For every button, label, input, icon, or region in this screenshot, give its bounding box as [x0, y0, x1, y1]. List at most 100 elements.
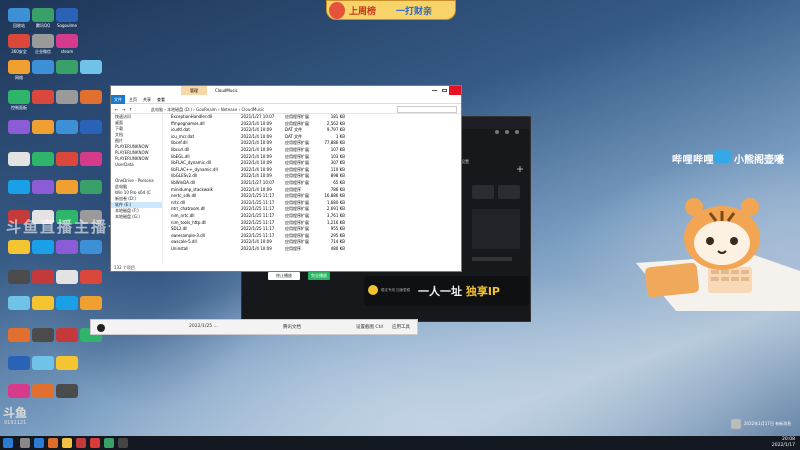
- taskbar-app-icon[interactable]: [48, 438, 58, 448]
- avatar[interactable]: [97, 324, 105, 332]
- desktop-app-icon[interactable]: [32, 296, 54, 310]
- file-row[interactable]: ntrr_chatroom.dll 2022/1/25 11:17 应用程序扩展 2,…: [167, 206, 457, 213]
- close-button[interactable]: [449, 86, 461, 95]
- desktop-app-icon[interactable]: [8, 120, 30, 134]
- ribbon-tab-file[interactable]: 文件: [111, 95, 125, 104]
- start-button[interactable]: [3, 438, 13, 448]
- desktop-app-icon[interactable]: [8, 90, 30, 104]
- desktop-app-icon[interactable]: [32, 328, 54, 342]
- file-row[interactable]: libFLAC++_dynamic.dll 2022/1/4 10:09 应用程序扩…: [167, 167, 457, 174]
- desktop-app-icon[interactable]: [56, 180, 78, 194]
- desktop-app-icon[interactable]: [8, 34, 30, 48]
- system-clock[interactable]: 20:08 2022/1/17: [772, 437, 795, 449]
- desktop-app-icon[interactable]: [32, 270, 54, 284]
- file-row[interactable]: nim_nrtc.dll 2022/1/25 11:17 应用程序扩展 3,761 K…: [167, 213, 457, 220]
- ribbon-tab-home[interactable]: 主页: [129, 95, 137, 104]
- file-row[interactable]: swresample-3.dll 2022/1/25 11:17 应用程序扩展 295…: [167, 233, 457, 240]
- file-row[interactable]: swscale-5.dll 2022/1/4 10:09 应用程序扩展 714 KB: [167, 239, 457, 246]
- nav-item[interactable]: 本地磁盘 (G:): [111, 214, 162, 220]
- desktop-app-icon[interactable]: [32, 180, 54, 194]
- file-row[interactable]: libWinDA.dll 2021/1/27 10:07 应用程序扩展 65 KB: [167, 180, 457, 187]
- desktop-app-icon[interactable]: [8, 384, 30, 398]
- desktop-app-icon[interactable]: [32, 60, 54, 74]
- desktop-app-icon[interactable]: [32, 240, 54, 254]
- file-row[interactable]: nim_tools_http.dll 2022/1/25 11:17 应用程序扩展 1…: [167, 220, 457, 227]
- file-row[interactable]: SDL2.dll 2022/1/25 11:17 应用程序扩展 955 KB: [167, 226, 457, 233]
- manage-tab[interactable]: 管理: [181, 86, 207, 95]
- desktop-app-icon[interactable]: [32, 120, 54, 134]
- desktop-app-icon[interactable]: [80, 240, 102, 254]
- desktop-app-icon[interactable]: [56, 240, 78, 254]
- full-play-button[interactable]: 完全播放: [308, 272, 330, 280]
- desktop-app-icon[interactable]: [8, 180, 30, 194]
- toolbar-screenshot[interactable]: 设置截图 Ctrl: [356, 324, 383, 330]
- taskbar-app-icon[interactable]: [62, 438, 72, 448]
- desktop-app-icon[interactable]: [56, 60, 78, 74]
- desktop-app-icon[interactable]: [56, 152, 78, 166]
- file-row[interactable]: icudtl.dat 2022/1/4 10:09 DAT 文件 9,797 KB: [167, 127, 457, 134]
- breadcrumb[interactable]: 此电脑 › 本地磁盘 (D:) › GooRealm › Netease › C…: [151, 105, 264, 114]
- forward-arrow-icon[interactable]: →: [122, 105, 125, 114]
- desktop-app-icon[interactable]: [56, 34, 78, 48]
- back-arrow-icon[interactable]: ←: [115, 105, 118, 114]
- ribbon-tab-view[interactable]: 查看: [157, 95, 165, 104]
- desktop-app-icon[interactable]: [8, 8, 30, 22]
- address-bar[interactable]: ← → ↑ 此电脑 › 本地磁盘 (D:) › GooRealm › Netea…: [111, 105, 461, 114]
- taskbar-app-icon[interactable]: [118, 438, 128, 448]
- desktop-app-icon[interactable]: [80, 90, 102, 104]
- ad-banner[interactable]: 稳定专线 加速更稳 一人一址 独享IP: [364, 276, 529, 306]
- desktop-app-icon[interactable]: [56, 328, 78, 342]
- file-row[interactable]: icu_mcr.dat 2022/1/4 10:09 DAT 文件 1 KB: [167, 134, 457, 141]
- desktop-app-icon[interactable]: [32, 34, 54, 48]
- maximize-button[interactable]: [442, 89, 447, 92]
- file-row[interactable]: nertc_sdk.dll 2022/1/25 11:17 应用程序扩展 16,886…: [167, 193, 457, 200]
- up-arrow-icon[interactable]: ↑: [129, 105, 132, 114]
- desktop-app-icon[interactable]: [80, 120, 102, 134]
- file-row[interactable]: minidump_stackwalk 2022/1/4 10:09 应用程序 786 …: [167, 187, 457, 194]
- minimize-button[interactable]: [432, 90, 437, 91]
- file-row[interactable]: ExceptionHandler.dll 2021/1/27 10:07 应用程序扩…: [167, 114, 457, 121]
- ribbon-tab-share[interactable]: 共享: [143, 95, 151, 104]
- desktop-app-icon[interactable]: [56, 356, 78, 370]
- desktop-app-icon[interactable]: [8, 152, 30, 166]
- desktop-app-icon[interactable]: [32, 8, 54, 22]
- desktop-app-icon[interactable]: [56, 120, 78, 134]
- file-row[interactable]: libGLESv2.dll 2022/1/4 10:09 应用程序扩展 898 KB: [167, 173, 457, 180]
- taskbar-app-icon[interactable]: [104, 438, 114, 448]
- settings-icon[interactable]: [517, 157, 523, 172]
- desktop-app-icon[interactable]: [80, 296, 102, 310]
- taskbar-app-icon[interactable]: [34, 438, 44, 448]
- notification-popup[interactable]: 2022年1月17日 有新消息: [731, 417, 799, 433]
- taskbar-app-icon[interactable]: [20, 438, 30, 448]
- desktop-app-icon[interactable]: [32, 90, 54, 104]
- file-row[interactable]: nrtc.dll 2022/1/25 11:17 应用程序扩展 1,680 KB: [167, 200, 457, 207]
- desktop-app-icon[interactable]: [8, 328, 30, 342]
- toolbar-docs[interactable]: 腾讯文档: [283, 324, 301, 330]
- nav-item[interactable]: UserData: [111, 162, 162, 168]
- desktop-app-icon[interactable]: [56, 270, 78, 284]
- desktop-app-icon[interactable]: [8, 270, 30, 284]
- desktop-app-icon[interactable]: [32, 356, 54, 370]
- window-controls[interactable]: [494, 120, 524, 134]
- search-input[interactable]: [397, 106, 457, 113]
- desktop-app-icon[interactable]: [80, 60, 102, 74]
- desktop-app-icon[interactable]: [56, 384, 78, 398]
- file-row[interactable]: libFLAC_dynamic.dll 2022/1/4 10:09 应用程序扩展 3…: [167, 160, 457, 167]
- desktop-app-icon[interactable]: [56, 8, 78, 22]
- file-row[interactable]: Uninstall 2022/1/4 10:09 应用程序 480 KB: [167, 246, 457, 253]
- file-row[interactable]: libEGL.dll 2022/1/4 10:09 应用程序扩展 103 KB: [167, 154, 457, 161]
- desktop-app-icon[interactable]: [56, 296, 78, 310]
- desktop-app-icon[interactable]: [8, 356, 30, 370]
- file-row[interactable]: libcef.dll 2022/1/4 10:09 应用程序扩展 77,886 KB: [167, 140, 457, 147]
- desktop-app-icon[interactable]: [32, 384, 54, 398]
- desktop-app-icon[interactable]: [80, 180, 102, 194]
- stop-play-button[interactable]: 终止播放: [268, 272, 300, 280]
- desktop-app-icon[interactable]: [80, 270, 102, 284]
- desktop-app-icon[interactable]: [8, 296, 30, 310]
- taskbar-app-icon[interactable]: [90, 438, 100, 448]
- taskbar-app-icon[interactable]: [76, 438, 86, 448]
- desktop-app-icon[interactable]: [8, 240, 30, 254]
- file-row[interactable]: libcurl.dll 2022/1/4 10:09 应用程序扩展 107 KB: [167, 147, 457, 154]
- file-row[interactable]: ffmpegnames.dll 2022/1/4 10:09 应用程序扩展 2,562…: [167, 121, 457, 128]
- desktop-app-icon[interactable]: [32, 152, 54, 166]
